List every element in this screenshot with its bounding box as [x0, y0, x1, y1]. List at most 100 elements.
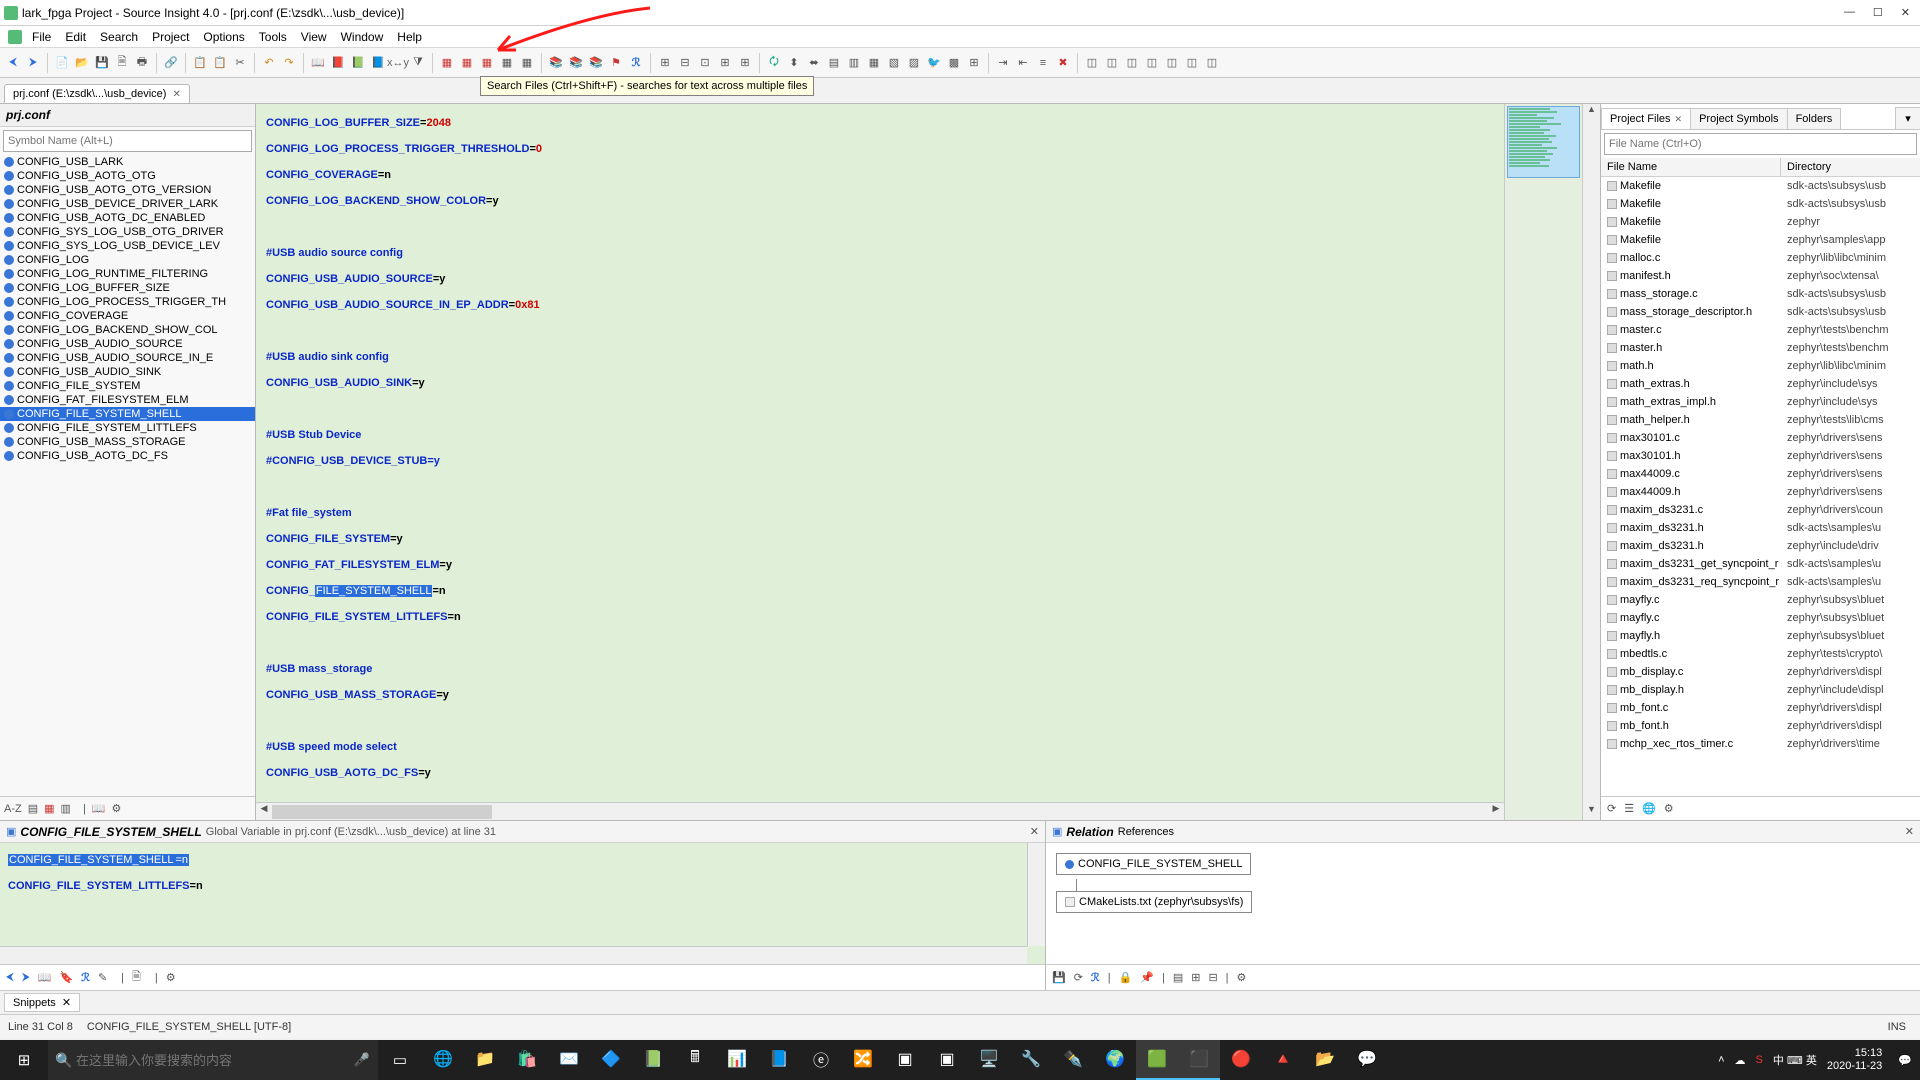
col-filename[interactable]: File Name: [1601, 158, 1781, 176]
minimize-button[interactable]: —: [1844, 6, 1855, 19]
editor-vscrollbar[interactable]: ▲▼: [1582, 104, 1600, 820]
symbol-item[interactable]: CONFIG_SYS_LOG_USB_OTG_DRIVER: [0, 225, 255, 239]
context-vscroll[interactable]: [1027, 843, 1045, 946]
col-directory[interactable]: Directory: [1781, 158, 1920, 176]
task-view-button[interactable]: ▭: [378, 1051, 422, 1069]
file-row[interactable]: max30101.hzephyr\drivers\sens: [1601, 447, 1920, 465]
app-source-insight[interactable]: 🟩: [1136, 1040, 1178, 1080]
symbol-item[interactable]: CONFIG_LOG_BACKEND_SHOW_COL: [0, 323, 255, 337]
symbol-item[interactable]: CONFIG_USB_AOTG_OTG: [0, 169, 255, 183]
win2-icon[interactable]: ⊟: [676, 54, 694, 72]
proj1-icon[interactable]: 📚: [547, 54, 565, 72]
view1-icon[interactable]: ▤: [1173, 971, 1183, 984]
context-hscroll[interactable]: [0, 946, 1027, 964]
t4-icon[interactable]: ▧: [885, 54, 903, 72]
symbol-item[interactable]: CONFIG_FILE_SYSTEM_SHELL: [0, 407, 255, 421]
tray-sogou-icon[interactable]: S: [1756, 1054, 1763, 1066]
tree-icon[interactable]: ☰: [1624, 802, 1634, 815]
minimap[interactable]: [1504, 104, 1582, 820]
symbol-filter-input[interactable]: [3, 130, 252, 152]
app-console[interactable]: ⬛: [1178, 1040, 1220, 1080]
file-row[interactable]: mass_storage.csdk-acts\subsys\usb: [1601, 285, 1920, 303]
app-tool2[interactable]: ✒️: [1052, 1040, 1094, 1080]
nav-fwd-icon[interactable]: ⮞: [22, 971, 30, 984]
symbol-item[interactable]: CONFIG_USB_MASS_STORAGE: [0, 435, 255, 449]
gear-icon[interactable]: ⚙: [166, 971, 176, 984]
cut-icon[interactable]: ✂: [231, 54, 249, 72]
undo-icon[interactable]: ↶: [260, 54, 278, 72]
nav-fwd-icon[interactable]: ⮞: [24, 54, 42, 72]
comment-icon[interactable]: ≡: [1034, 54, 1052, 72]
file-row[interactable]: maxim_ds3231.hzephyr\include\driv: [1601, 537, 1920, 555]
view2-icon[interactable]: ⊞: [1191, 971, 1200, 984]
relation-node[interactable]: CMakeLists.txt (zephyr\subsys\fs): [1056, 891, 1252, 913]
symbol-item[interactable]: CONFIG_LOG_PROCESS_TRIGGER_TH: [0, 295, 255, 309]
file-row[interactable]: mass_storage_descriptor.hsdk-acts\subsys…: [1601, 303, 1920, 321]
taskbar-search-input[interactable]: [76, 1053, 350, 1068]
panel2-icon[interactable]: ◫: [1103, 54, 1121, 72]
relation-node[interactable]: CONFIG_FILE_SYSTEM_SHELL: [1056, 853, 1251, 875]
app-rdp[interactable]: 🖥️: [968, 1040, 1010, 1080]
del-icon[interactable]: ✖: [1054, 54, 1072, 72]
file-row[interactable]: Makefilesdk-acts\subsys\usb: [1601, 177, 1920, 195]
globe-icon[interactable]: 🌐: [1642, 802, 1656, 815]
app-calc[interactable]: 🖩: [674, 1040, 716, 1080]
file-row[interactable]: Makefilezephyr\samples\app: [1601, 231, 1920, 249]
file-row[interactable]: mbedtls.czephyr\tests\crypto\: [1601, 645, 1920, 663]
file-row[interactable]: Makefilesdk-acts\subsys\usb: [1601, 195, 1920, 213]
opt-icon[interactable]: ✎: [98, 971, 107, 984]
proj3-icon[interactable]: 📚: [587, 54, 605, 72]
tab-folders[interactable]: Folders: [1787, 108, 1842, 129]
close-icon[interactable]: ✕: [1030, 825, 1039, 838]
tab-menu-button[interactable]: ▾: [1895, 107, 1920, 129]
view2-icon[interactable]: ▦: [44, 802, 54, 815]
copy-icon[interactable]: 📋: [191, 54, 209, 72]
view1-icon[interactable]: ▤: [28, 802, 38, 815]
sync3-icon[interactable]: ⬌: [805, 54, 823, 72]
symbol-item[interactable]: CONFIG_COVERAGE: [0, 309, 255, 323]
app-term1[interactable]: ▣: [884, 1040, 926, 1080]
file-row[interactable]: math_helper.hzephyr\tests\lib\cms: [1601, 411, 1920, 429]
close-icon[interactable]: ✕: [1905, 825, 1914, 838]
rel-icon[interactable]: ℛ: [627, 54, 645, 72]
open-icon[interactable]: 📂: [73, 54, 91, 72]
close-icon[interactable]: ✕: [62, 996, 71, 1009]
tab-project-symbols[interactable]: Project Symbols: [1690, 108, 1787, 129]
panel5-icon[interactable]: ◫: [1163, 54, 1181, 72]
menu-options[interactable]: Options: [197, 28, 250, 46]
file-row[interactable]: max44009.czephyr\drivers\sens: [1601, 465, 1920, 483]
app-vs[interactable]: 🔷: [590, 1040, 632, 1080]
editor-hscrollbar[interactable]: ◀▶: [256, 802, 1504, 820]
close-button[interactable]: ✕: [1901, 6, 1910, 19]
editor[interactable]: CONFIG_LOG_BUFFER_SIZE=2048 CONFIG_LOG_P…: [256, 104, 1600, 820]
gear-icon[interactable]: ⚙: [112, 802, 122, 815]
save-icon[interactable]: 💾: [1052, 971, 1066, 984]
nav-back-icon[interactable]: ⮜: [4, 54, 22, 72]
file-row[interactable]: manifest.hzephyr\soc\xtensa\: [1601, 267, 1920, 285]
file-row[interactable]: maxim_ds3231.hsdk-acts\samples\u: [1601, 519, 1920, 537]
mic-icon[interactable]: 🎤: [350, 1052, 374, 1068]
context-body[interactable]: CONFIG_FILE_SYSTEM_SHELL=n CONFIG_FILE_S…: [0, 843, 1045, 964]
save-icon[interactable]: 💾: [93, 54, 111, 72]
tray-ime[interactable]: 中 ⌨ 英: [1773, 1052, 1817, 1068]
file-row[interactable]: mayfly.czephyr\subsys\bluet: [1601, 591, 1920, 609]
file-row[interactable]: mchp_xec_rtos_timer.czephyr\drivers\time: [1601, 735, 1920, 753]
redo-icon[interactable]: ↷: [280, 54, 298, 72]
flag-icon[interactable]: ⚑: [607, 54, 625, 72]
start-button[interactable]: ⊞: [0, 1040, 48, 1080]
app-folder2[interactable]: 📂: [1304, 1040, 1346, 1080]
symbol-item[interactable]: CONFIG_USB_AOTG_DC_ENABLED: [0, 211, 255, 225]
symbol-item[interactable]: CONFIG_USB_AUDIO_SOURCE_IN_E: [0, 351, 255, 365]
file-row[interactable]: max30101.czephyr\drivers\sens: [1601, 429, 1920, 447]
panel6-icon[interactable]: ◫: [1183, 54, 1201, 72]
file-row[interactable]: maxim_ds3231_req_syncpoint_rsdk-acts\sam…: [1601, 573, 1920, 591]
indent-out-icon[interactable]: ⇤: [1014, 54, 1032, 72]
save-all-icon[interactable]: 🗎: [113, 54, 131, 72]
refresh-icon[interactable]: ⟳: [1074, 971, 1083, 984]
paste-icon[interactable]: 📋: [211, 54, 229, 72]
editor-body[interactable]: CONFIG_LOG_BUFFER_SIZE=2048 CONFIG_LOG_P…: [256, 104, 1504, 820]
app-mail[interactable]: ✉️: [548, 1040, 590, 1080]
gear-icon[interactable]: ⚙: [1664, 802, 1674, 815]
relation-body[interactable]: CONFIG_FILE_SYSTEM_SHELL CMakeLists.txt …: [1046, 843, 1920, 964]
snippets-tab[interactable]: Snippets✕: [4, 993, 80, 1012]
